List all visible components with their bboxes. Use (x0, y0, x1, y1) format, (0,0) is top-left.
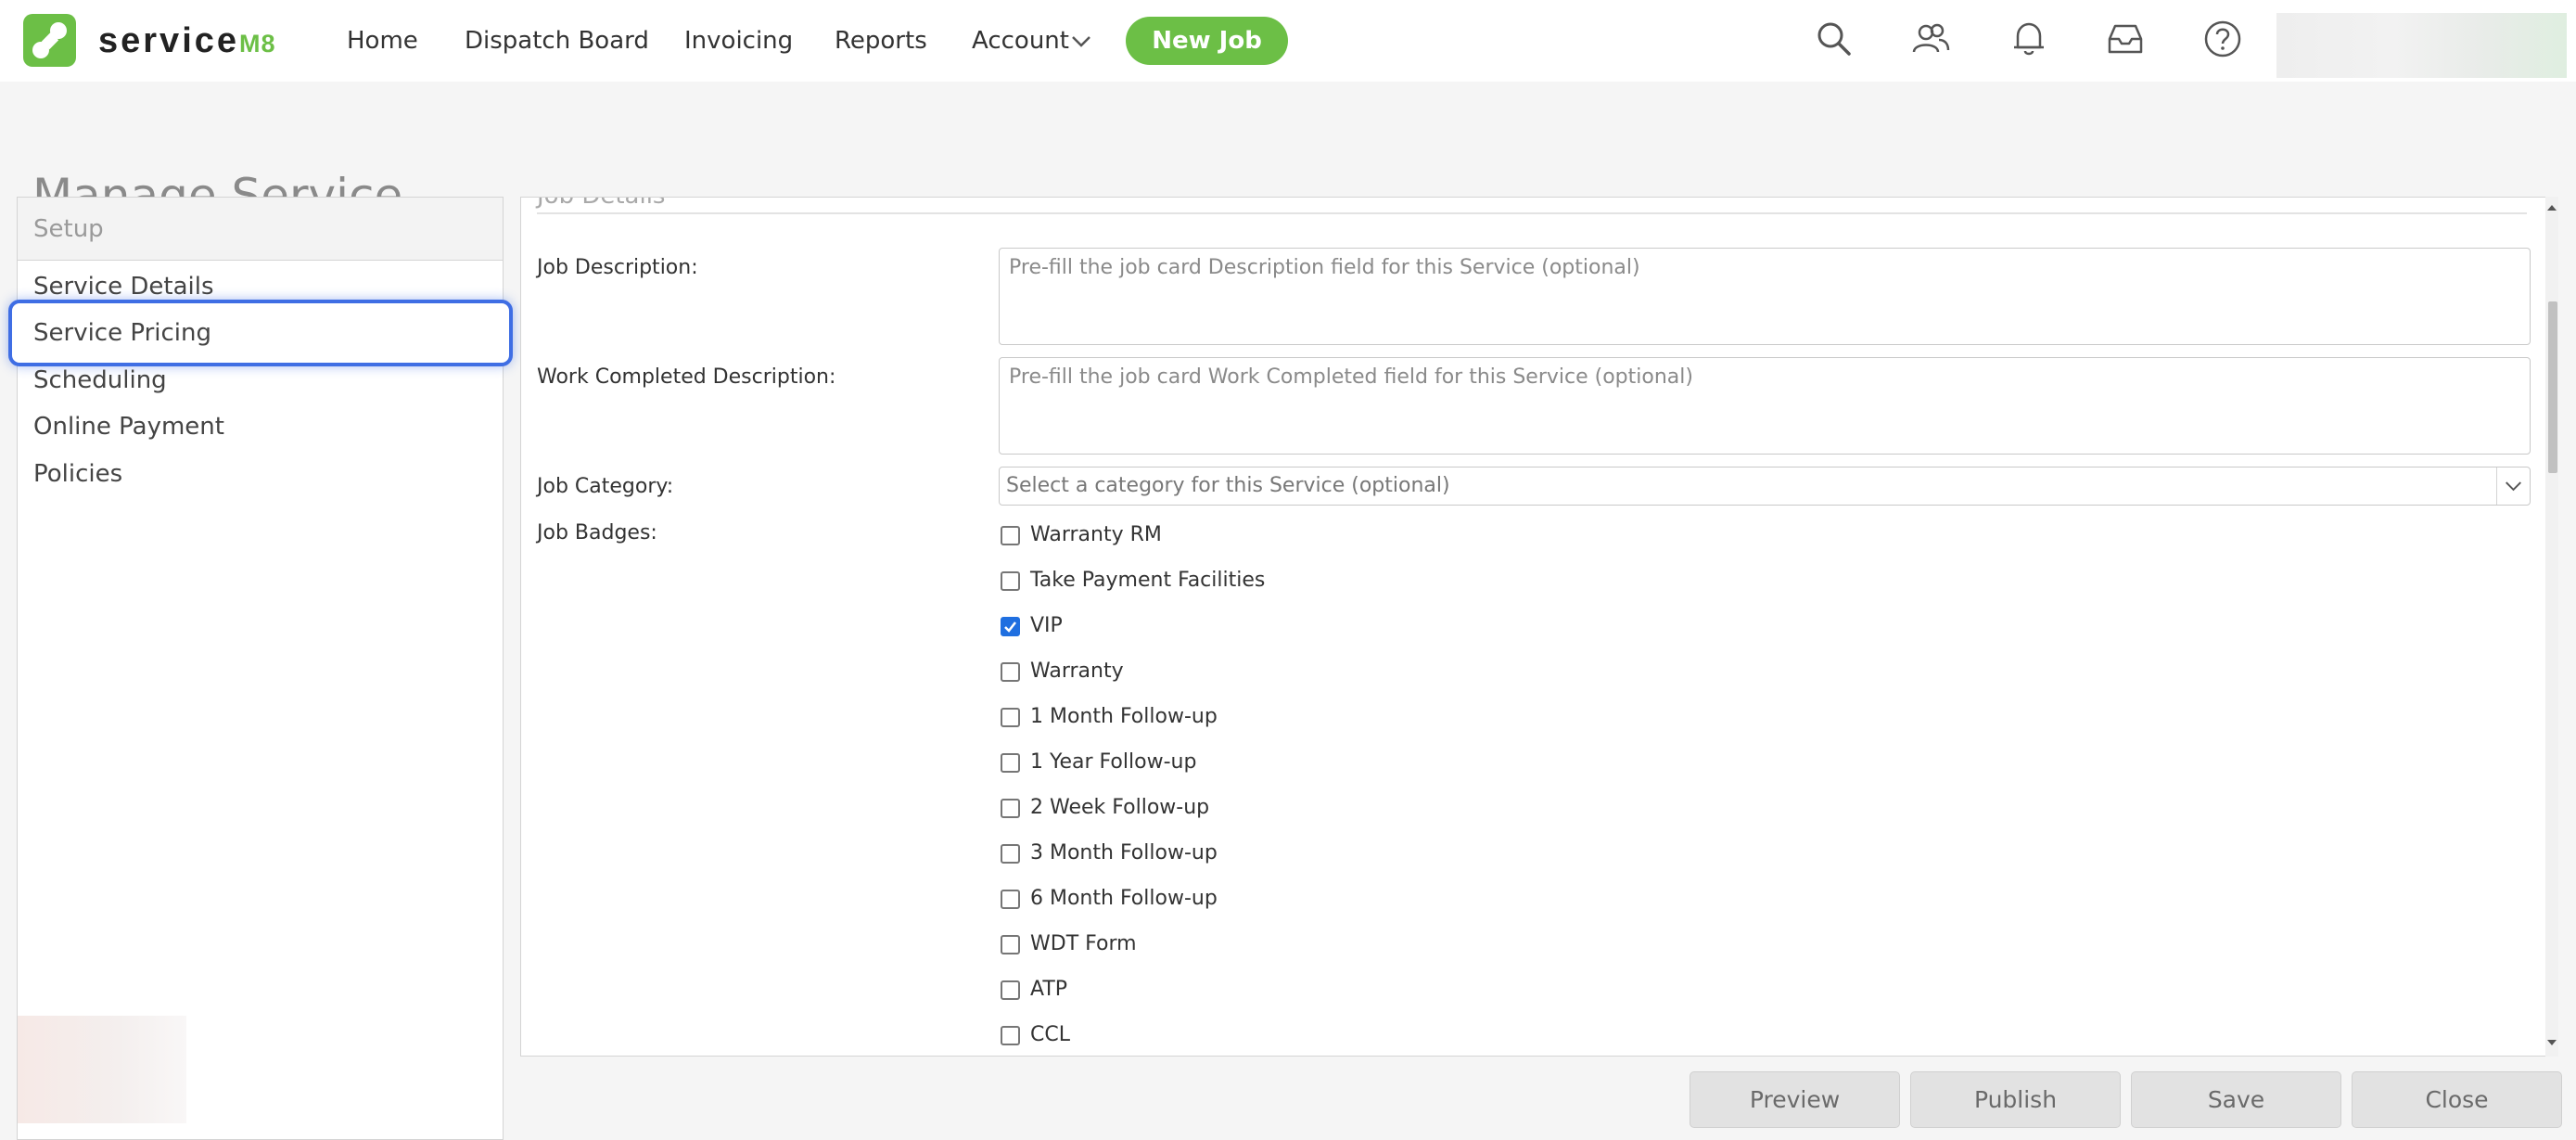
sidebar-header: Setup (18, 198, 503, 261)
badge-label: 1 Year Follow-up (1030, 750, 1197, 774)
servicem8-logo-icon[interactable] (23, 14, 76, 67)
logo-suffix: M8 (239, 30, 276, 58)
search-icon[interactable] (1814, 19, 1855, 59)
badge-label: 6 Month Follow-up (1030, 887, 1218, 910)
checkbox[interactable] (1001, 799, 1020, 818)
checkbox[interactable] (1001, 844, 1020, 864)
user-profile-area[interactable] (2276, 13, 2567, 78)
setup-sidebar: Setup Service Details Service Pricing Sc… (8, 197, 513, 1140)
checkbox[interactable] (1001, 980, 1020, 1000)
blurred-region (18, 1016, 186, 1123)
badge-label: 2 Week Follow-up (1030, 796, 1210, 819)
bell-icon[interactable] (2009, 19, 2049, 59)
job-description-input[interactable] (999, 248, 2531, 345)
badge-label: CCL (1030, 1023, 1070, 1046)
sidebar-item-service-pricing[interactable]: Service Pricing (33, 313, 211, 353)
nav-reports[interactable]: Reports (835, 20, 927, 61)
sidebar-item-scheduling[interactable]: Scheduling (33, 360, 167, 401)
badge-label: Warranty (1030, 660, 1124, 683)
sidebar-item-online-payment[interactable]: Online Payment (33, 406, 224, 447)
scrollbar-thumb[interactable] (2548, 301, 2557, 473)
new-job-button[interactable]: New Job (1126, 17, 1288, 65)
sidebar-item-service-details[interactable]: Service Details (33, 266, 214, 307)
section-divider (537, 212, 2527, 214)
nav-invoicing[interactable]: Invoicing (684, 20, 793, 61)
checkbox[interactable] (1001, 526, 1020, 545)
preview-button[interactable]: Preview (1690, 1071, 1900, 1128)
badge-label: 3 Month Follow-up (1030, 841, 1218, 865)
nav-dispatch-board[interactable]: Dispatch Board (465, 20, 649, 61)
badge-label: Warranty RM (1030, 523, 1162, 546)
logo-wordmark[interactable]: serviceM8 (98, 20, 276, 61)
nav-home[interactable]: Home (347, 20, 418, 61)
job-description-label: Job Description: (537, 256, 698, 279)
badge-label: 1 Month Follow-up (1030, 705, 1218, 728)
sidebar-item-policies[interactable]: Policies (33, 454, 122, 494)
save-button[interactable]: Save (2131, 1071, 2341, 1128)
scroll-down-arrow-icon[interactable] (2546, 1037, 2557, 1048)
job-badges-label: Job Badges: (537, 521, 657, 544)
job-category-value: Select a category for this Service (opti… (1006, 474, 1450, 497)
close-button[interactable]: Close (2352, 1071, 2562, 1128)
job-category-select[interactable]: Select a category for this Service (opti… (999, 467, 2531, 506)
help-icon[interactable] (2202, 19, 2243, 59)
checkbox[interactable] (1001, 890, 1020, 909)
logo-name: service (98, 21, 240, 60)
checkbox[interactable] (1001, 662, 1020, 682)
inbox-icon[interactable] (2105, 19, 2146, 59)
checkbox-checked[interactable] (1001, 617, 1020, 636)
work-completed-label: Work Completed Description: (537, 365, 836, 389)
chevron-down-icon[interactable] (2496, 468, 2530, 505)
checkbox[interactable] (1001, 708, 1020, 727)
top-navigation-bar: serviceM8 Home Dispatch Board Invoicing … (0, 0, 2576, 82)
chevron-down-icon[interactable] (1069, 32, 1093, 50)
nav-account[interactable]: Account (972, 20, 1069, 61)
work-completed-input[interactable] (999, 357, 2531, 455)
checkbox[interactable] (1001, 571, 1020, 591)
checkbox[interactable] (1001, 1026, 1020, 1045)
job-category-label: Job Category: (537, 475, 674, 498)
badge-label: ATP (1030, 978, 1068, 1001)
publish-button[interactable]: Publish (1910, 1071, 2121, 1128)
badge-label: WDT Form (1030, 932, 1137, 955)
users-icon[interactable] (1910, 19, 1951, 59)
service-form-panel: Job Details Job Description: Work Comple… (520, 197, 2558, 1057)
checkbox[interactable] (1001, 935, 1020, 954)
checkbox[interactable] (1001, 753, 1020, 773)
scroll-up-arrow-icon[interactable] (2546, 202, 2557, 213)
badge-label: Take Payment Facilities (1030, 569, 1266, 592)
badge-label: VIP (1030, 614, 1063, 637)
